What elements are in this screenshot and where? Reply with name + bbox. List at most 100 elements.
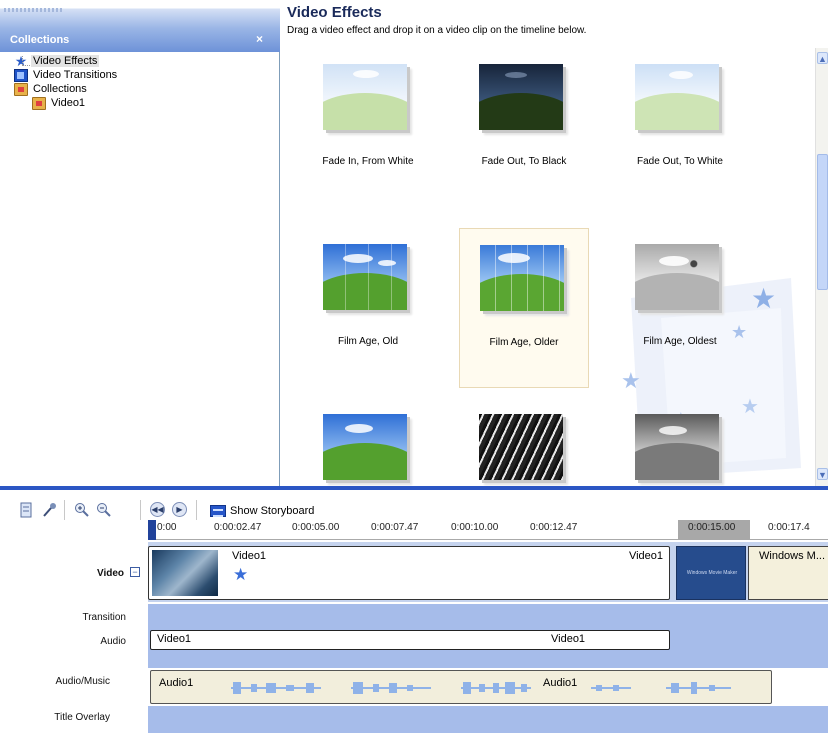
track-label-video: Video	[96, 568, 124, 579]
audio-clip-label: Video1	[157, 633, 192, 645]
tree-item-video-transitions[interactable]: Video Transitions	[14, 68, 119, 82]
tree-item-collections[interactable]: Collections	[14, 82, 89, 96]
tree-item-video1[interactable]: Video1	[32, 96, 87, 110]
timeline-ruler[interactable]: 0:00 0:00:02.47 0:00:05.00 0:00:07.47 0:…	[148, 520, 828, 540]
effect-fade-out-to-white[interactable]: Fade Out, To White	[615, 48, 745, 208]
effect-label: Fade Out, To Black	[481, 156, 567, 167]
tick-label: 0:00:15.00	[688, 522, 736, 533]
effect-thumbnail	[323, 414, 407, 480]
scroll-down-icon[interactable]: ▼	[817, 468, 828, 480]
playhead[interactable]	[148, 520, 156, 540]
music-clip[interactable]: Audio1 Audio1	[150, 670, 772, 704]
tree-item-label: Video Effects	[31, 55, 100, 67]
effect-label: Fade Out, To White	[637, 156, 723, 167]
set-audio-levels-icon[interactable]	[18, 502, 34, 518]
effects-scrollbar[interactable]: ▲ ▼	[815, 48, 828, 486]
video-track[interactable]: Video1 ★ Video1 Windows Movie Maker Wind…	[148, 542, 828, 602]
audio-track[interactable]: Video1 Video1	[148, 628, 828, 668]
tick-label: 0:00:17.4	[768, 522, 810, 533]
music-clip-label: Audio1	[543, 677, 578, 689]
effect-film-age-older[interactable]: Film Age, Older	[459, 228, 589, 388]
track-labels: Video − Transition Audio Audio/Music Tit…	[0, 540, 140, 733]
audio-clip[interactable]: Video1 Video1	[150, 630, 670, 650]
show-storyboard-button[interactable]: Show Storyboard	[210, 503, 314, 519]
toolbar-separator	[64, 500, 65, 520]
tick-label: 0:00	[157, 522, 177, 533]
tick-label: 0:00:07.47	[371, 522, 419, 533]
zoom-in-icon[interactable]	[74, 502, 90, 518]
audio-clip-label: Video1	[551, 633, 586, 645]
effect-thumbnail	[479, 64, 563, 130]
effect-thumbnail-row3-1[interactable]	[303, 398, 433, 486]
pane-description: Drag a video effect and drop it on a vid…	[287, 25, 587, 36]
scroll-up-icon[interactable]: ▲	[817, 52, 828, 64]
collections-title: Collections	[10, 34, 70, 46]
toolbar-separator	[196, 500, 197, 520]
collections-folder-icon	[14, 82, 28, 96]
effect-fade-out-to-black[interactable]: Fade Out, To Black	[459, 48, 589, 208]
tree-connector	[22, 56, 23, 65]
effect-thumbnail	[323, 244, 407, 310]
effect-fade-in-from-white[interactable]: Fade In, From White	[303, 48, 433, 208]
clip-end-label: Video1	[628, 550, 663, 562]
zoom-out-icon[interactable]	[96, 502, 112, 518]
effect-label: Fade In, From White	[322, 156, 414, 167]
effect-star-icon: ★	[233, 565, 249, 584]
wmm-title-clip[interactable]: Windows Movie Maker	[676, 546, 746, 600]
effect-label: Film Age, Oldest	[643, 336, 717, 347]
tick-label: 0:00:02.47	[214, 522, 262, 533]
track-label-audio-music: Audio/Music	[55, 676, 110, 687]
effect-thumbnail	[635, 244, 719, 310]
video-clip[interactable]: Video1 ★ Video1	[148, 546, 670, 600]
effect-thumbnail-row3-3[interactable]	[615, 398, 745, 486]
effect-film-age-old[interactable]: Film Age, Old	[303, 228, 433, 388]
play-icon[interactable]: ▶	[172, 502, 187, 517]
narrate-timeline-icon[interactable]	[42, 502, 58, 518]
collections-pane: Collections × ★ Video Effects Video Tran…	[0, 0, 280, 486]
waveform	[231, 682, 731, 694]
effect-thumbnail	[635, 414, 719, 480]
track-label-transition: Transition	[82, 612, 126, 623]
storyboard-icon	[210, 505, 226, 517]
show-storyboard-label: Show Storyboard	[230, 505, 315, 517]
music-clip-label: Audio1	[159, 677, 194, 689]
collapse-video-icon[interactable]: −	[130, 567, 140, 577]
track-label-title-overlay: Title Overlay	[54, 712, 110, 723]
effect-thumbnail-row3-2[interactable]	[459, 398, 589, 486]
tree-connector	[22, 65, 30, 66]
svg-text:★: ★	[751, 282, 776, 315]
track-label-audio: Audio	[100, 636, 126, 647]
toolbar-separator	[140, 500, 141, 520]
scroll-thumb[interactable]	[817, 154, 828, 290]
effect-thumbnail	[479, 414, 563, 480]
rewind-icon[interactable]: ◀◀	[150, 502, 165, 517]
timeline: ◀◀ ▶ Show Storyboard 0:00 0:00:02.47 0:0…	[0, 490, 828, 733]
tree-item-label: Collections	[33, 83, 87, 95]
tree-item-label: Video Transitions	[33, 69, 118, 81]
collection-folder-icon	[32, 96, 46, 110]
effect-thumbnail	[480, 245, 564, 311]
tick-label: 0:00:12.47	[530, 522, 578, 533]
effect-thumbnail	[323, 64, 407, 130]
tick-label: 0:00:05.00	[292, 522, 340, 533]
effect-label: Film Age, Old	[337, 336, 399, 347]
wmm-clip-text: Windows Movie Maker	[686, 570, 738, 576]
effect-film-age-oldest[interactable]: Film Age, Oldest	[615, 228, 745, 388]
second-clip[interactable]: Windows M...	[748, 546, 828, 600]
effects-pane: Video Effects Drag a video effect and dr…	[281, 0, 828, 486]
tree-item-label: Video1	[51, 97, 86, 109]
effects-grid: ★ ★ ★ ★ ★ Fade In, From White Fade Out, …	[281, 48, 815, 486]
close-icon[interactable]: ×	[256, 32, 263, 46]
effect-thumbnail	[635, 64, 719, 130]
title-overlay-track[interactable]	[148, 706, 828, 733]
audio-music-track[interactable]: Audio1 Audio1	[148, 668, 828, 704]
transition-icon	[14, 68, 28, 82]
grip-dots	[4, 8, 64, 12]
collections-header: Collections ×	[0, 0, 280, 52]
tick-label: 0:00:10.00	[451, 522, 499, 533]
clip-title: Video1	[232, 550, 267, 562]
clip-title: Windows M...	[759, 550, 826, 562]
pane-title: Video Effects	[287, 4, 382, 21]
transition-track[interactable]	[148, 604, 828, 628]
effect-label: Film Age, Older	[489, 337, 559, 348]
